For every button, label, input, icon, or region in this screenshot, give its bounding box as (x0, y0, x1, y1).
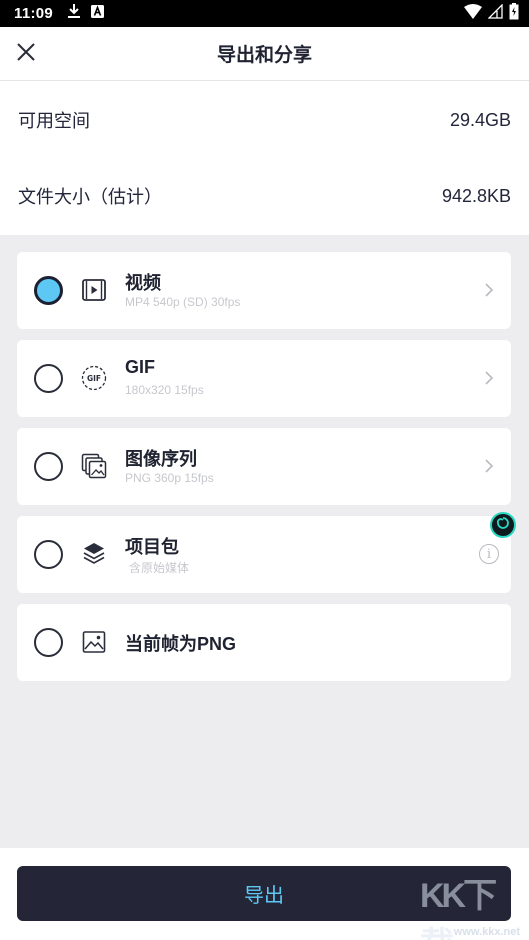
floating-assistant-button[interactable] (490, 512, 516, 538)
radio-project-package[interactable] (34, 540, 63, 569)
file-size-value: 942.8KB (441, 185, 511, 206)
close-button[interactable] (12, 40, 40, 68)
svg-text:GIF: GIF (87, 374, 101, 383)
wifi-icon (464, 3, 482, 24)
radio-current-frame-png[interactable] (34, 628, 63, 657)
battery-icon (509, 2, 519, 25)
option-project-package[interactable]: 项目包 含原始媒体 i (17, 516, 511, 593)
file-size-row: 文件大小（估计） 942.8KB (18, 183, 511, 209)
watermark-url: www.kkx.net (453, 926, 520, 938)
option-current-frame-png[interactable]: 当前帧为PNG (17, 604, 511, 681)
image-sequence-icon (81, 453, 107, 479)
available-space-row: 可用空间 29.4GB (18, 107, 511, 133)
radio-image-sequence[interactable] (34, 452, 63, 481)
chevron-right-icon (483, 280, 495, 300)
top-bar: 导出和分享 (0, 27, 529, 81)
download-icon (67, 3, 81, 24)
option-label: 当前帧为PNG (125, 634, 237, 654)
info-icon[interactable]: i (479, 544, 499, 564)
app-notification-icon (91, 4, 105, 23)
close-icon (16, 42, 36, 67)
swirl-icon (495, 515, 511, 536)
option-gif[interactable]: GIF GIF 180x320 15fps (17, 340, 511, 417)
image-icon (81, 629, 107, 655)
layers-icon (81, 541, 107, 567)
option-label: 项目包 (125, 537, 179, 557)
available-space-value: 29.4GB (449, 109, 511, 130)
option-video[interactable]: 视频 MP4 540p (SD) 30fps (17, 252, 511, 329)
status-bar: 11:09 (0, 0, 529, 27)
page-title: 导出和分享 (216, 45, 312, 66)
video-icon (81, 277, 107, 303)
watermark: KK下载 www.kkx.net (420, 858, 524, 940)
status-time: 11:09 (14, 5, 54, 22)
option-detail: MP4 540p (SD) 30fps (125, 295, 241, 309)
option-detail: 180x320 15fps (125, 383, 204, 397)
file-size-label: 文件大小（估计） (18, 187, 162, 207)
available-space-label: 可用空间 (18, 111, 90, 131)
option-label: 图像序列 (125, 449, 197, 469)
signal-icon (487, 2, 503, 24)
option-detail: PNG 360p 15fps (125, 471, 214, 485)
option-detail: 含原始媒体 (129, 561, 190, 575)
radio-gif[interactable] (34, 364, 63, 393)
option-label: GIF (125, 357, 155, 377)
option-image-sequence[interactable]: 图像序列 PNG 360p 15fps (17, 428, 511, 505)
storage-info: 可用空间 29.4GB 文件大小（估计） 942.8KB (0, 81, 529, 235)
gif-icon: GIF (81, 365, 107, 391)
radio-video[interactable] (34, 276, 63, 305)
chevron-right-icon (483, 368, 495, 388)
option-label: 视频 (125, 273, 161, 293)
chevron-right-icon (483, 456, 495, 476)
